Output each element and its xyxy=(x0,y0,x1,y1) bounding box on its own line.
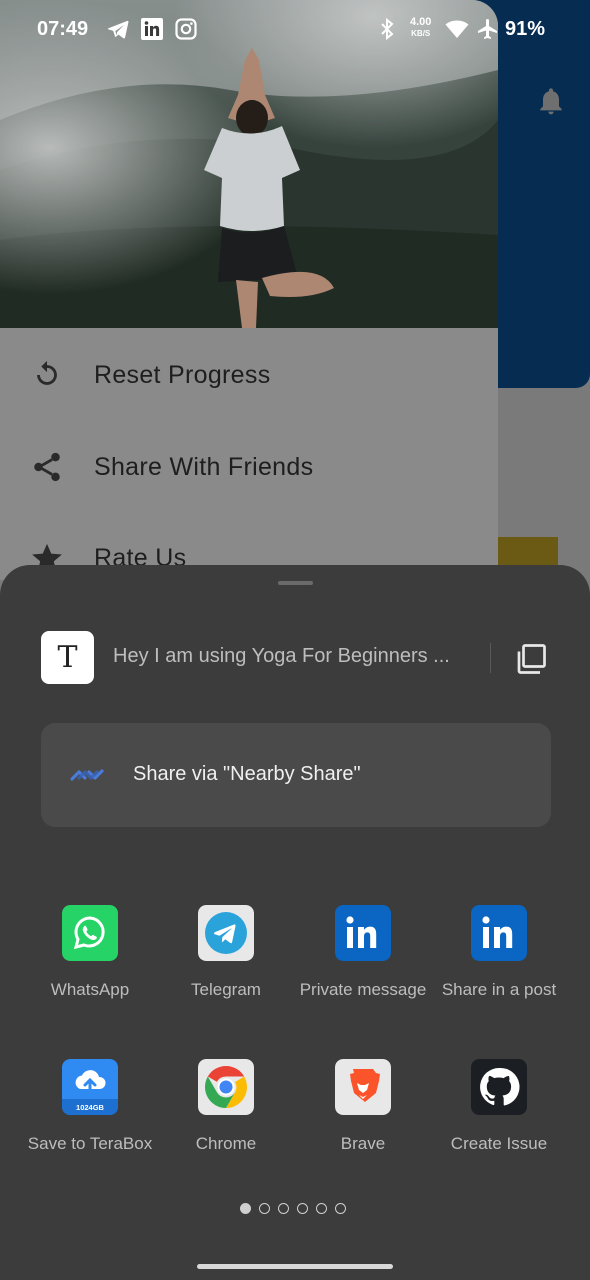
page-dot[interactable] xyxy=(278,1203,289,1214)
sheet-drag-handle[interactable] xyxy=(278,581,313,585)
terabox-icon: 1024GB xyxy=(62,1059,118,1115)
battery-level: 91% xyxy=(505,18,546,40)
share-target-telegram[interactable]: Telegram xyxy=(158,905,294,1035)
terabox-badge: 1024GB xyxy=(76,1103,105,1112)
github-icon xyxy=(471,1059,527,1115)
page-dot[interactable] xyxy=(259,1203,270,1214)
page-dot[interactable] xyxy=(297,1203,308,1214)
share-target-linkedin-post[interactable]: Share in a post xyxy=(431,905,567,1035)
menu-item-label: Reset Progress xyxy=(94,360,271,389)
page-indicator[interactable] xyxy=(240,1203,346,1215)
wifi-icon xyxy=(445,20,469,38)
reset-icon xyxy=(37,360,57,385)
menu-item-label: Share With Friends xyxy=(94,452,314,481)
network-speed: 4.00 KB/S xyxy=(410,17,431,39)
linkedin-icon xyxy=(141,18,163,40)
share-target-brave[interactable]: Brave xyxy=(295,1059,431,1189)
share-target-label: Private message xyxy=(299,980,427,999)
share-target-whatsapp[interactable]: WhatsApp xyxy=(22,905,158,1035)
share-target-terabox[interactable]: 1024GB Save to TeraBox xyxy=(22,1059,158,1189)
page-dot[interactable] xyxy=(240,1203,251,1214)
share-target-label: Telegram xyxy=(191,980,261,999)
share-target-label: Chrome xyxy=(195,1134,257,1153)
telegram-icon xyxy=(107,20,129,39)
share-target-github-issue[interactable]: Create Issue xyxy=(431,1059,567,1189)
bluetooth-icon xyxy=(381,17,394,41)
network-speed-unit: KB/S xyxy=(411,29,431,38)
brave-icon xyxy=(335,1059,391,1115)
chrome-icon xyxy=(198,1059,254,1115)
page-dot[interactable] xyxy=(335,1203,346,1214)
share-sheet: T Hey I am using Yoga For Beginners ... … xyxy=(0,565,590,1280)
copy-icon[interactable] xyxy=(513,641,549,677)
airplane-icon xyxy=(478,19,497,39)
gesture-navigation-bar[interactable] xyxy=(197,1264,393,1269)
share-target-label: Save to TeraBox xyxy=(27,1134,153,1153)
share-target-linkedin-private-message[interactable]: Private message xyxy=(295,905,431,1035)
linkedin-icon xyxy=(335,905,391,961)
menu-item-reset-progress[interactable]: Reset Progress xyxy=(0,340,498,410)
page-dot[interactable] xyxy=(316,1203,327,1214)
share-preview-text: Hey I am using Yoga For Beginners ... xyxy=(113,645,450,667)
linkedin-icon xyxy=(471,905,527,961)
menu-item-share-with-friends[interactable]: Share With Friends xyxy=(0,432,498,502)
background-card xyxy=(498,537,558,567)
telegram-icon xyxy=(198,905,254,961)
status-time: 07:49 xyxy=(37,18,89,40)
navigation-drawer: Reset Progress Share With Friends Rate U… xyxy=(0,0,498,580)
share-target-label: WhatsApp xyxy=(50,980,130,999)
whatsapp-icon xyxy=(62,905,118,961)
share-target-chrome[interactable]: Chrome xyxy=(158,1059,294,1189)
nearby-share-button[interactable]: Share via "Nearby Share" xyxy=(41,723,551,827)
share-icon xyxy=(34,452,60,482)
instagram-icon xyxy=(175,18,197,40)
share-target-label: Share in a post xyxy=(441,980,557,999)
share-target-label: Create Issue xyxy=(450,1134,548,1153)
preview-divider xyxy=(490,643,491,673)
text-preview-letter: T xyxy=(57,640,78,675)
share-target-label: Brave xyxy=(340,1134,386,1153)
nearby-share-icon xyxy=(70,769,104,781)
text-preview-thumbnail: T xyxy=(41,631,94,684)
nearby-share-label: Share via "Nearby Share" xyxy=(133,763,361,785)
bell-icon[interactable] xyxy=(535,84,567,118)
network-speed-value: 4.00 xyxy=(410,16,432,28)
status-bar: 07:49 4.00 KB/S 91% xyxy=(0,0,590,60)
